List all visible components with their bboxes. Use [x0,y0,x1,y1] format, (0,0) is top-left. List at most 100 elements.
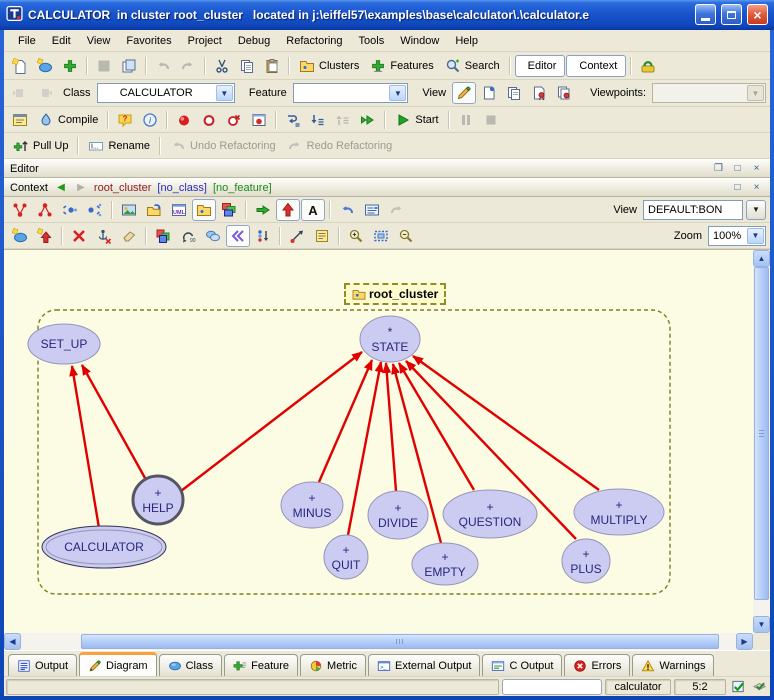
labels-toggle[interactable]: A [301,199,325,221]
tab-metric[interactable]: Metric [300,654,366,676]
info-icon[interactable]: i [138,109,162,131]
go-to-target-icon[interactable] [251,199,275,221]
clusters-button[interactable]: Clusters [294,56,364,76]
class-node-divide[interactable]: +DIVIDE [368,491,428,539]
redo-refactoring-button[interactable]: Redo Refactoring [282,136,398,156]
diagram-view-combobox[interactable]: DEFAULT:BON [643,200,743,220]
enable-breakpoints-icon[interactable] [172,109,196,131]
export-png-icon[interactable] [117,199,141,221]
fan-in-toggle[interactable] [226,225,250,247]
class-node-calculator[interactable]: CALCULATOR [42,526,166,568]
flat-contract-view-icon[interactable] [552,82,576,104]
windows-layout-icon[interactable] [217,199,241,221]
class-combobox[interactable]: CALCULATOR▼ [97,83,235,103]
tab-class[interactable]: Class [159,654,223,676]
inheritance-links-toggle[interactable] [276,199,300,221]
tab-diagram[interactable]: Diagram [79,652,157,676]
editor-view-icon[interactable] [452,82,476,104]
force-settings-icon[interactable] [310,225,334,247]
profile-tool-icon[interactable] [636,55,660,77]
class-node-state[interactable]: *STATE [360,316,420,362]
class-view-icon[interactable] [477,82,501,104]
class-node-empty[interactable]: +EMPTY [412,543,478,585]
sort-classes-icon[interactable] [251,225,275,247]
step-out-icon[interactable] [331,109,355,131]
context-cluster-link[interactable]: root_cluster [94,182,151,194]
close-button[interactable]: × [747,4,768,25]
step-into-icon[interactable] [306,109,330,131]
disable-breakpoints-icon[interactable] [197,109,221,131]
project-settings-icon[interactable] [8,109,32,131]
root-cluster-tab[interactable]: root_cluster [344,283,446,305]
features-button[interactable]: Features [365,56,438,76]
menu-debug[interactable]: Debug [230,32,278,50]
start-button[interactable]: Start [390,110,443,130]
menu-file[interactable]: File [10,32,44,50]
paste-icon[interactable] [260,55,284,77]
search-button[interactable]: Search [440,56,505,76]
delete-icon[interactable] [67,225,91,247]
hide-labels-icon[interactable] [58,199,82,221]
fit-to-window-icon[interactable] [369,225,393,247]
redo-icon[interactable] [176,55,200,77]
run-to-cursor-icon[interactable] [356,109,380,131]
crop-link-icon[interactable] [285,225,309,247]
menu-tools[interactable]: Tools [351,32,393,50]
new-class-icon[interactable] [33,55,57,77]
menu-project[interactable]: Project [180,32,230,50]
undo-refactoring-button[interactable]: Undo Refactoring [165,136,281,156]
step-over-icon[interactable] [281,109,305,131]
cut-icon[interactable] [210,55,234,77]
tab-external-output[interactable]: >_External Output [368,654,480,676]
undo-icon[interactable] [151,55,175,77]
diagram-canvas[interactable]: SET_UP*STATE+HELPCALCULATOR+MINUS+QUIT+D… [4,249,753,633]
cluster-view-toggle[interactable] [192,199,216,221]
scroll-right-button[interactable]: ▶ [736,633,753,650]
menu-edit[interactable]: Edit [44,32,79,50]
bon-class-diagram[interactable]: SET_UP*STATE+HELPCALCULATOR+MINUS+QUIT+D… [4,250,753,633]
new-inheritance-tool-icon[interactable] [33,225,57,247]
editor-toggle-button[interactable]: Editor [515,55,566,77]
rename-button[interactable]: I...Rename [83,136,155,156]
scroll-left-button[interactable]: ◀ [4,633,21,650]
pull-up-button[interactable]: Pull Up [8,136,73,156]
horizontal-scrollbar[interactable]: ◀ ▶ [4,633,753,650]
tab-warnings[interactable]: Warnings [632,654,714,676]
scroll-up-button[interactable]: ▲ [753,250,770,267]
context-class-link[interactable]: [no_class] [157,182,207,194]
tab-feature[interactable]: Feature [224,654,298,676]
scrollbar-track[interactable] [21,633,81,650]
stop-icon[interactable] [479,109,503,131]
cluster-link-icon[interactable] [142,199,166,221]
question-icon[interactable]: ? [113,109,137,131]
viewpoints-combobox[interactable]: ▼ [652,83,766,103]
tab-errors[interactable]: Errors [564,654,630,676]
class-node-minus[interactable]: +MINUS [281,482,343,528]
horizontal-scrollbar-thumb[interactable] [81,634,719,649]
vertical-scrollbar-thumb[interactable] [754,267,769,600]
copy-icon[interactable] [235,55,259,77]
inheritance-link-divide-to-state[interactable] [386,363,396,491]
class-node-multiply[interactable]: +MULTIPLY [574,489,664,535]
inheritance-link-help-to-set_up[interactable] [82,365,145,478]
remove-breakpoints-icon[interactable] [222,109,246,131]
save-icon[interactable] [92,55,116,77]
zoom-out-icon[interactable] [394,225,418,247]
undock-pane-icon[interactable]: ❐ [711,162,726,176]
status-input-box[interactable] [502,679,602,695]
tab-output[interactable]: Output [8,654,77,676]
chevron-down-icon[interactable]: ▼ [216,85,233,101]
chevron-down-icon[interactable]: ▼ [389,85,406,101]
inheritance-link-help-to-state[interactable] [181,352,362,491]
chevron-down-icon[interactable]: ▼ [747,228,764,244]
supplier-links-icon[interactable] [8,199,32,221]
vertical-scrollbar[interactable]: ▲ ▼ [753,249,770,633]
context-forward-icon[interactable]: ▶ [74,182,88,193]
menu-window[interactable]: Window [392,32,447,50]
maximize-pane-icon[interactable]: □ [730,181,745,195]
menu-refactoring[interactable]: Refactoring [278,32,350,50]
close-pane-icon[interactable]: × [749,162,764,176]
compile-button[interactable]: Compile [33,110,103,130]
zoom-combobox[interactable]: 100%▼ [708,226,766,246]
back-icon[interactable] [8,82,32,104]
